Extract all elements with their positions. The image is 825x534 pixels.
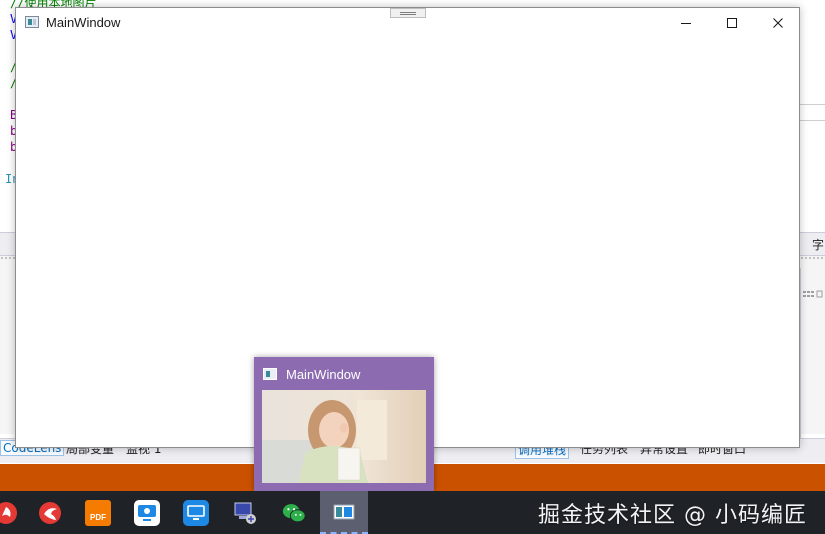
remote-desktop-icon <box>134 499 160 526</box>
window-app-icon <box>25 16 39 28</box>
taskbar-item[interactable] <box>270 491 318 534</box>
taskbar-item[interactable] <box>26 491 74 534</box>
screen-share-icon <box>183 499 209 526</box>
editor-divider <box>800 120 825 121</box>
taskbar-item[interactable]: PDF <box>74 491 122 534</box>
taskbar-item[interactable] <box>221 491 269 534</box>
close-icon <box>773 18 783 28</box>
app-red-partial-icon <box>0 499 19 526</box>
pdf-reader-icon: PDF <box>85 499 111 526</box>
network-computer-icon <box>232 499 258 526</box>
preview-thumbnail-image <box>262 390 426 483</box>
taskbar-item[interactable] <box>172 491 220 534</box>
app-red-bird-icon <box>37 499 63 526</box>
wechat-icon <box>281 499 307 526</box>
preview-app-icon <box>263 368 277 380</box>
taskbar-item-mainwindow[interactable] <box>320 491 368 534</box>
minimize-button[interactable] <box>663 8 709 38</box>
watermark-text: 掘金技术社区 @ 小码编匠 <box>538 503 807 528</box>
maximize-button[interactable] <box>709 8 755 38</box>
panel-header-glyph: 字 <box>812 238 825 252</box>
preview-title: MainWindow <box>286 367 361 382</box>
window-title: MainWindow <box>46 15 121 30</box>
maximize-icon <box>727 18 737 28</box>
taskbar-item[interactable] <box>123 491 171 534</box>
minimize-icon <box>681 23 691 24</box>
photo-image <box>262 390 426 483</box>
mainwindow-app-icon <box>331 499 357 525</box>
window-grip-handle[interactable] <box>390 8 426 18</box>
grid-icon <box>803 290 823 298</box>
editor-divider <box>800 104 825 105</box>
panel-tool-icon[interactable] <box>800 288 825 308</box>
close-button[interactable] <box>755 8 801 38</box>
taskbar-thumbnail-preview[interactable]: MainWindow <box>254 357 434 491</box>
